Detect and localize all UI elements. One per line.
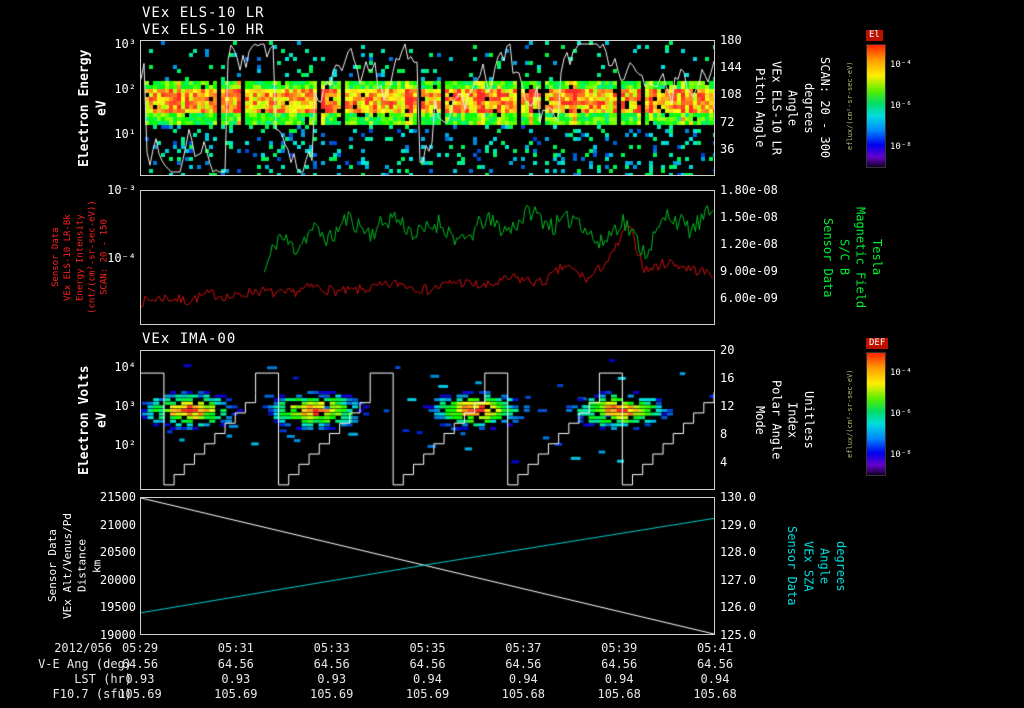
footer-row-value: 0.93 (221, 672, 250, 686)
date-label: 2012/056 (54, 641, 112, 655)
els-lr-title: VEx ELS-10 LR (142, 5, 265, 21)
ima-title: VEx IMA-00 (142, 331, 236, 347)
els-colorbar-title: El (866, 30, 883, 41)
ima-colorbar (866, 352, 886, 476)
y2-axis-title: Pitch Angle VEx ELS-10 LR Angle degrees … (752, 40, 833, 176)
time-tick-label: 05:39 (601, 641, 637, 655)
colorbar-tick-label: 10⁻⁴ (890, 368, 912, 378)
y-axis-tick-label: 10⁴ (114, 360, 136, 374)
y2-axis-title: Sensor Data S/C B Magnetic Field Tesla (820, 190, 885, 325)
footer-row-value: 64.56 (697, 657, 733, 671)
colorbar-tick-label: 10⁻⁴ (890, 60, 912, 70)
footer-row-label: V-E Ang (deg) (38, 657, 132, 671)
y2-axis-tick-label: 6.00e-09 (720, 291, 778, 305)
cdaweb-multi-panel-plot: VEx ELS-10 LR VEx ELS-10 HR VEx IMA-00 E… (0, 0, 1024, 708)
y2-axis-tick-label: 108 (720, 87, 742, 101)
footer-row-value: 105.68 (502, 687, 545, 701)
footer-row-value: 0.94 (701, 672, 730, 686)
footer-row-value: 64.56 (218, 657, 254, 671)
intensity-bfield-panel (140, 190, 715, 325)
colorbar-tick-label: 10⁻⁸ (890, 142, 912, 152)
colorbar-tick-label: 10⁻⁸ (890, 450, 912, 460)
y2-axis-tick-label: 4 (720, 455, 727, 469)
y-axis-tick-label: 10¹ (114, 127, 136, 141)
footer-row-value: 64.56 (505, 657, 541, 671)
footer-row-value: 105.68 (597, 687, 640, 701)
colorbar-tick-label: 10⁻⁶ (890, 409, 912, 419)
y2-axis-tick-label: 36 (720, 142, 734, 156)
y2-axis-tick-label: 128.0 (720, 545, 756, 559)
y-axis-title: Sensor Data VEx Alt/Venus/Pd Distance km (46, 497, 105, 635)
footer-row-value: 0.94 (509, 672, 538, 686)
y-axis-title: Electron Volts eV (76, 350, 111, 490)
ima-spectrogram-panel (140, 350, 715, 490)
y2-axis-tick-label: 8 (720, 427, 727, 441)
y2-axis-tick-label: 144 (720, 60, 742, 74)
footer-row-value: 105.68 (693, 687, 736, 701)
footer-row-value: 64.56 (409, 657, 445, 671)
footer-row-value: 105.69 (406, 687, 449, 701)
time-tick-label: 05:41 (697, 641, 733, 655)
intensity-bfield-canvas (141, 191, 714, 324)
els-spectrogram-panel (140, 40, 715, 176)
els-colorbar-units: eflux/(cm²-sr-sec-eV) (846, 44, 854, 168)
ima-colorbar-title: DEF (866, 338, 888, 349)
altitude-sza-canvas (141, 498, 714, 634)
time-tick-label: 05:33 (314, 641, 350, 655)
y-axis-tick-label: 10² (114, 438, 136, 452)
time-tick-label: 05:29 (122, 641, 158, 655)
colorbar-tick-label: 10⁻⁶ (890, 101, 912, 111)
footer-row-value: 105.69 (214, 687, 257, 701)
y2-axis-tick-label: 129.0 (720, 518, 756, 532)
y2-axis-tick-label: 1.80e-08 (720, 183, 778, 197)
y2-axis-tick-label: 72 (720, 115, 734, 129)
time-tick-label: 05:37 (505, 641, 541, 655)
y-axis-title: Sensor Data VEx ELS-10 LR-Bk Energy Inte… (50, 190, 111, 325)
footer-row-label: LST (hr) (74, 672, 132, 686)
ima-spectrogram-canvas (141, 351, 714, 489)
y2-axis-tick-label: 126.0 (720, 600, 756, 614)
y-axis-tick-label: 10⁻³ (107, 183, 136, 197)
footer-row-value: 0.94 (605, 672, 634, 686)
altitude-sza-panel (140, 497, 715, 635)
footer-row-value: 0.94 (413, 672, 442, 686)
footer-row-value: 105.69 (118, 687, 161, 701)
ima-colorbar-units: eflux/(cm²-sr-sec-eV) (846, 352, 854, 476)
y2-axis-tick-label: 16 (720, 371, 734, 385)
footer-row-value: 105.69 (310, 687, 353, 701)
y-axis-tick-label: 10³ (114, 37, 136, 51)
y2-axis-tick-label: 127.0 (720, 573, 756, 587)
y2-axis-title: Mode Polar Angle Index Unitless (752, 350, 817, 490)
y2-axis-tick-label: 1.50e-08 (720, 210, 778, 224)
footer-row-value: 0.93 (317, 672, 346, 686)
els-colorbar (866, 44, 886, 168)
y2-axis-tick-label: 20 (720, 343, 734, 357)
y2-axis-tick-label: 130.0 (720, 490, 756, 504)
els-spectrogram-canvas (141, 41, 714, 175)
y2-axis-title: Sensor Data VEx SZA Angle degrees (784, 497, 849, 635)
y-axis-title: Electron Energy eV (76, 40, 111, 176)
y2-axis-tick-label: 1.20e-08 (720, 237, 778, 251)
y-axis-tick-label: 10³ (114, 399, 136, 413)
time-tick-label: 05:35 (409, 641, 445, 655)
y2-axis-tick-label: 9.00e-09 (720, 264, 778, 278)
footer-row-value: 64.56 (122, 657, 158, 671)
y2-axis-tick-label: 12 (720, 399, 734, 413)
footer-row-value: 64.56 (601, 657, 637, 671)
time-tick-label: 05:31 (218, 641, 254, 655)
y2-axis-tick-label: 125.0 (720, 628, 756, 642)
footer-row-value: 0.93 (126, 672, 155, 686)
els-hr-title: VEx ELS-10 HR (142, 22, 265, 38)
footer-row-value: 64.56 (314, 657, 350, 671)
y-axis-tick-label: 10² (114, 82, 136, 96)
y2-axis-tick-label: 180 (720, 33, 742, 47)
y-axis-tick-label: 10⁻⁴ (107, 251, 136, 265)
